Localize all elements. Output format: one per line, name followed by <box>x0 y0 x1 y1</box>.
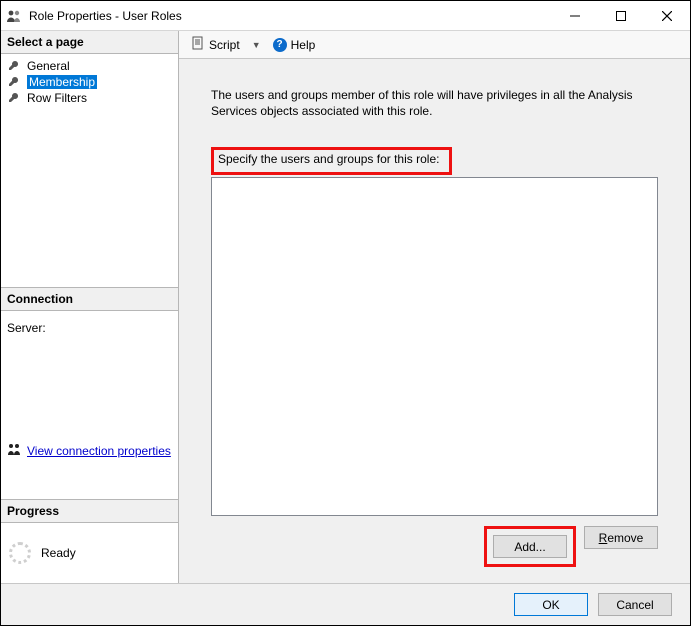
right-panel: Script ▼ ? Help The users and groups mem… <box>179 31 690 583</box>
page-item-label: Row Filters <box>27 91 87 105</box>
page-item-label: Membership <box>27 75 97 89</box>
pages-header: Select a page <box>1 31 178 54</box>
title-bar: Role Properties - User Roles <box>1 1 690 31</box>
minimize-button[interactable] <box>552 1 598 31</box>
view-connection-link[interactable]: View connection properties <box>27 444 171 458</box>
dialog-footer: OK Cancel <box>1 583 690 625</box>
window-title: Role Properties - User Roles <box>29 9 182 23</box>
close-button[interactable] <box>644 1 690 31</box>
page-item-label: General <box>27 59 70 73</box>
script-dropdown-icon[interactable]: ▼ <box>250 40 263 50</box>
wrench-icon <box>7 60 21 72</box>
specify-label: Specify the users and groups for this ro… <box>211 147 452 175</box>
wrench-icon <box>7 76 21 88</box>
progress-header: Progress <box>1 499 178 523</box>
server-label: Server: <box>7 321 172 335</box>
connection-header: Connection <box>1 287 178 311</box>
script-icon <box>191 36 205 53</box>
page-item-general[interactable]: General <box>1 58 178 74</box>
page-item-row-filters[interactable]: Row Filters <box>1 90 178 106</box>
connection-icon <box>7 442 21 459</box>
help-label: Help <box>291 38 316 52</box>
toolbar: Script ▼ ? Help <box>179 31 690 59</box>
connection-section: Server: View connection properties <box>1 311 178 500</box>
maximize-button[interactable] <box>598 1 644 31</box>
cancel-button[interactable]: Cancel <box>598 593 672 616</box>
page-item-membership[interactable]: Membership <box>1 74 178 90</box>
script-label: Script <box>209 38 240 52</box>
members-listbox[interactable] <box>211 177 658 516</box>
progress-spinner-icon <box>9 542 31 564</box>
pages-list: General Membership Row Filters <box>1 54 178 110</box>
progress-section: Ready <box>1 523 178 583</box>
help-icon: ? <box>273 38 287 52</box>
ok-button[interactable]: OK <box>514 593 588 616</box>
wrench-icon <box>7 92 21 104</box>
add-button[interactable]: Add... <box>493 535 567 558</box>
remove-button[interactable]: Remove <box>584 526 658 549</box>
add-highlight: Add... <box>484 526 576 567</box>
script-button[interactable]: Script <box>187 34 244 55</box>
description-text: The users and groups member of this role… <box>211 87 658 119</box>
member-buttons-row: Add... Remove <box>211 516 658 573</box>
left-panel: Select a page General Membership Row Fil… <box>1 31 179 583</box>
progress-status: Ready <box>41 546 76 560</box>
roles-icon <box>5 7 23 25</box>
help-button[interactable]: ? Help <box>269 36 320 54</box>
